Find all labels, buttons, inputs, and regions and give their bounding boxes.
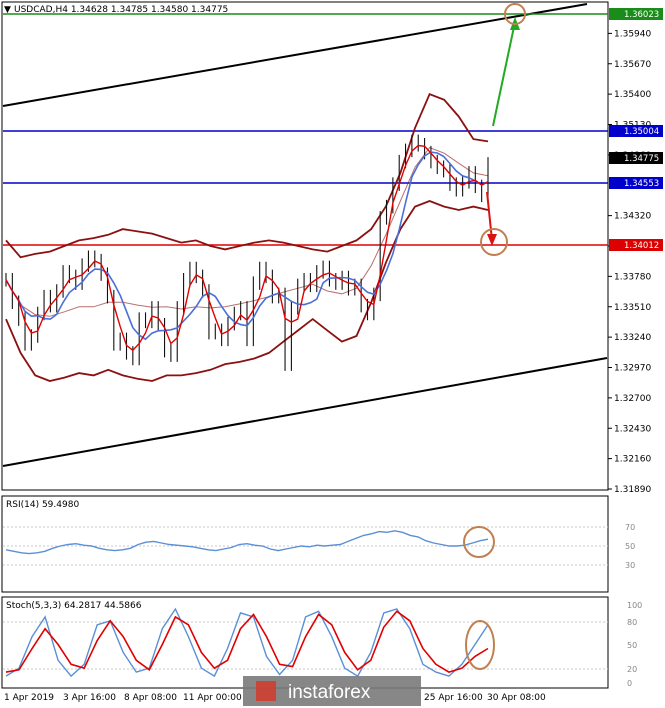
price-axis: 1.359401.356701.354001.351301.348601.343… [608, 29, 651, 495]
time-label-4: 25 Apr 16:00 [424, 693, 483, 703]
rsi-level-30-label: 30 [625, 561, 635, 570]
price-tick-label: 1.35400 [614, 90, 651, 100]
chart-canvas: ▼ USDCAD,H4 1.34628 1.34785 1.34580 1.34… [1, 1, 663, 706]
price-label-res: 1.35004 [624, 127, 659, 137]
rsi-level-50-label: 50 [625, 542, 635, 551]
price-tick-label: 1.31890 [614, 485, 651, 495]
price-tick-label: 1.32160 [614, 455, 651, 465]
price-tick-label: 1.33780 [614, 272, 651, 282]
watermark-logo-icon [256, 681, 276, 701]
rsi-title: RSI(14) 59.4980 [6, 500, 79, 510]
price-tick-label: 1.35670 [614, 60, 651, 70]
stoch-level-100-label: 100 [627, 601, 642, 610]
stoch-title: Stoch(5,3,3) 64.2817 44.5866 [6, 601, 142, 611]
price-tick-label: 1.33240 [614, 333, 651, 343]
price-tick-label: 1.33510 [614, 303, 651, 313]
price-panel[interactable] [1, 1, 609, 491]
price-tick-label: 1.34320 [614, 212, 651, 222]
time-label-2: 8 Apr 08:00 [124, 693, 177, 703]
time-label-3: 11 Apr 00:00 [183, 693, 242, 703]
price-label-cur: 1.34775 [624, 154, 659, 164]
stoch-level-80-label: 80 [627, 618, 637, 627]
price-tick-label: 1.32970 [614, 364, 651, 374]
price-tick-label: 1.32700 [614, 394, 651, 404]
stoch-level-0-label: 0 [627, 679, 632, 688]
rsi-panel[interactable] [1, 495, 609, 593]
watermark-text: instaforex [288, 682, 371, 703]
rsi-level-70-label: 70 [625, 523, 635, 532]
chart-window: ▼ USDCAD,H4 1.34628 1.34785 1.34580 1.34… [0, 0, 665, 708]
time-label-5: 30 Apr 08:00 [487, 693, 546, 703]
price-tick-label: 1.35940 [614, 29, 651, 39]
stoch-level-50-label: 50 [627, 641, 637, 650]
price-tick-label: 1.32430 [614, 424, 651, 434]
stoch-level-20-label: 20 [627, 665, 637, 674]
price-label-top: 1.36023 [624, 10, 659, 20]
price-label-red: 1.34012 [624, 241, 659, 251]
price-label-sup: 1.34553 [624, 179, 659, 189]
time-label-0: 1 Apr 2019 [4, 693, 54, 703]
time-label-1: 3 Apr 16:00 [63, 693, 116, 703]
